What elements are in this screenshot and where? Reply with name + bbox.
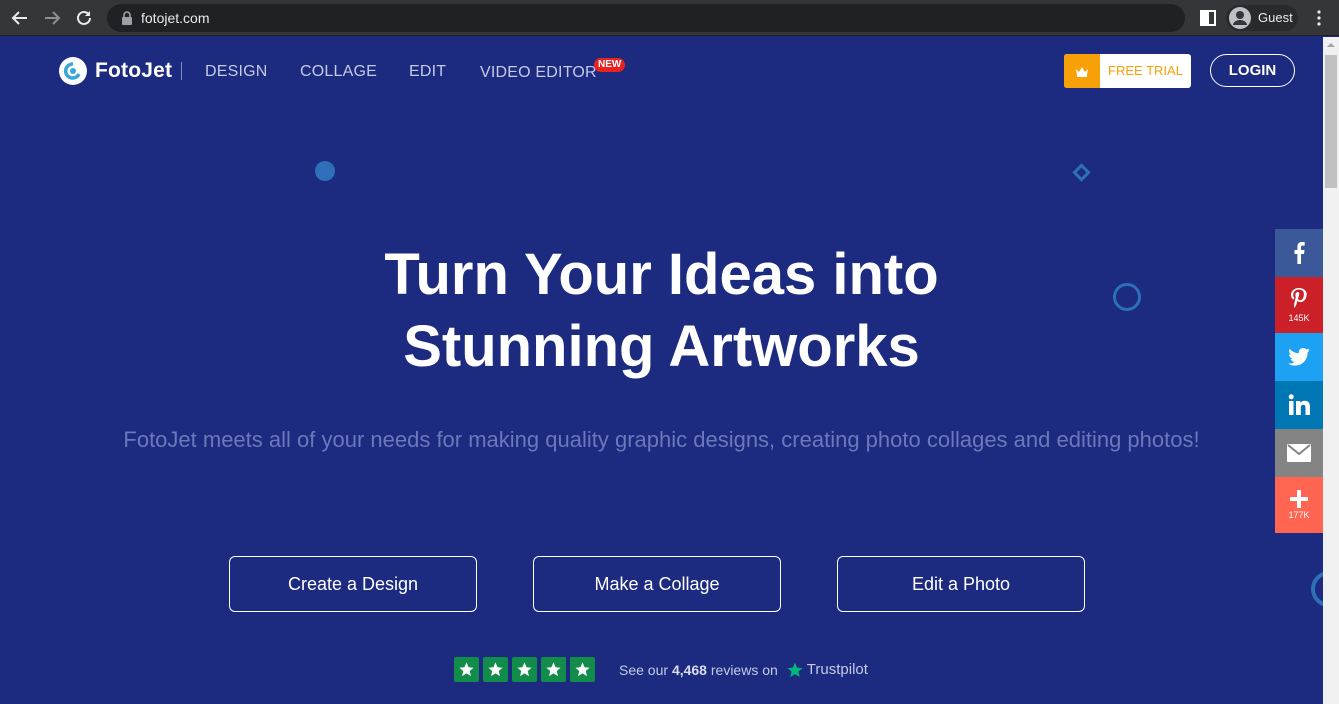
share-pinterest-button[interactable]: 145K <box>1275 277 1323 333</box>
hero-subtitle: FotoJet meets all of your needs for maki… <box>123 427 1200 452</box>
reload-icon <box>77 10 91 25</box>
review-prefix: See our <box>619 661 669 678</box>
arrow-right-icon <box>45 11 61 25</box>
trustpilot-logo[interactable]: Trustpilot <box>786 661 868 679</box>
avatar-icon <box>1229 7 1251 29</box>
star-icon <box>570 657 595 682</box>
review-text: See our 4,468 reviews on <box>619 662 778 678</box>
social-share-bar: 145K 177K <box>1275 229 1323 533</box>
url-text: fotojet.com <box>141 10 210 26</box>
nav-design[interactable]: DESIGN <box>205 63 268 81</box>
nav-video-editor[interactable]: VIDEO EDITOR <box>480 64 597 82</box>
star-icon <box>541 657 566 682</box>
pinterest-icon <box>1291 288 1307 308</box>
share-more-button[interactable]: 177K <box>1275 477 1323 533</box>
nav-collage[interactable]: COLLAGE <box>300 63 377 81</box>
star-icon <box>483 657 508 682</box>
free-trial-label: FREE TRIAL <box>1108 63 1183 78</box>
linkedin-icon <box>1288 394 1310 415</box>
hero-title-line1: Turn Your Ideas into <box>384 242 939 307</box>
plus-icon <box>1290 490 1308 508</box>
more-vert-icon[interactable] <box>1313 9 1325 27</box>
twitter-icon <box>1288 348 1310 366</box>
scrollbar-thumb[interactable] <box>1325 55 1337 188</box>
decorative-dot <box>315 161 335 181</box>
rating-stars <box>454 657 599 682</box>
reload-button[interactable] <box>73 7 95 29</box>
create-design-button[interactable]: Create a Design <box>229 556 477 612</box>
free-trial-button[interactable]: FREE TRIAL <box>1064 54 1191 88</box>
share-linkedin-button[interactable] <box>1275 381 1323 429</box>
new-badge: NEW <box>594 58 626 72</box>
trustpilot-widget[interactable]: See our 4,468 reviews on Trustpilot <box>454 657 868 682</box>
lock-icon <box>122 11 132 25</box>
facebook-icon <box>1294 242 1305 264</box>
star-icon <box>454 657 479 682</box>
review-suffix: reviews on <box>710 661 778 678</box>
logo-text: FotoJet <box>95 59 173 82</box>
nav-edit[interactable]: EDIT <box>409 63 446 81</box>
side-panel-icon[interactable] <box>1199 9 1217 27</box>
make-collage-button[interactable]: Make a Collage <box>533 556 781 612</box>
hero-title-line2: Stunning Artworks <box>403 314 920 379</box>
review-count: 4,468 <box>671 661 707 678</box>
browser-toolbar: fotojet.com Guest <box>0 0 1339 36</box>
hero-title: Turn Your Ideas into Stunning Artworks <box>0 239 1323 383</box>
page: FotoJet DESIGN COLLAGE EDIT VIDEO EDITOR… <box>0 37 1323 704</box>
arrow-left-icon <box>11 11 27 25</box>
logo[interactable]: FotoJet <box>59 57 172 85</box>
trustpilot-brand: Trustpilot <box>806 661 868 678</box>
logo-divider <box>181 62 182 80</box>
profile-button[interactable]: Guest <box>1226 5 1298 31</box>
more-share-count: 177K <box>1288 510 1310 520</box>
login-button[interactable]: LOGIN <box>1210 54 1295 87</box>
share-twitter-button[interactable] <box>1275 333 1323 381</box>
fotojet-logo-icon <box>59 57 87 85</box>
back-button[interactable] <box>9 7 31 29</box>
share-email-button[interactable] <box>1275 429 1323 477</box>
address-bar[interactable]: fotojet.com <box>107 4 1185 32</box>
crown-icon <box>1064 54 1100 88</box>
star-icon <box>512 657 537 682</box>
profile-name: Guest <box>1258 10 1293 25</box>
forward-button[interactable] <box>41 7 63 29</box>
trustpilot-star-icon <box>787 662 803 677</box>
share-facebook-button[interactable] <box>1275 229 1323 277</box>
scroll-up-arrow-icon[interactable] <box>1327 43 1335 47</box>
decorative-ring <box>1311 571 1323 607</box>
email-icon <box>1287 444 1311 462</box>
pinterest-share-count: 145K <box>1288 313 1310 323</box>
decorative-diamond <box>1072 163 1091 182</box>
edit-photo-button[interactable]: Edit a Photo <box>837 556 1085 612</box>
vertical-scrollbar[interactable] <box>1323 37 1339 704</box>
